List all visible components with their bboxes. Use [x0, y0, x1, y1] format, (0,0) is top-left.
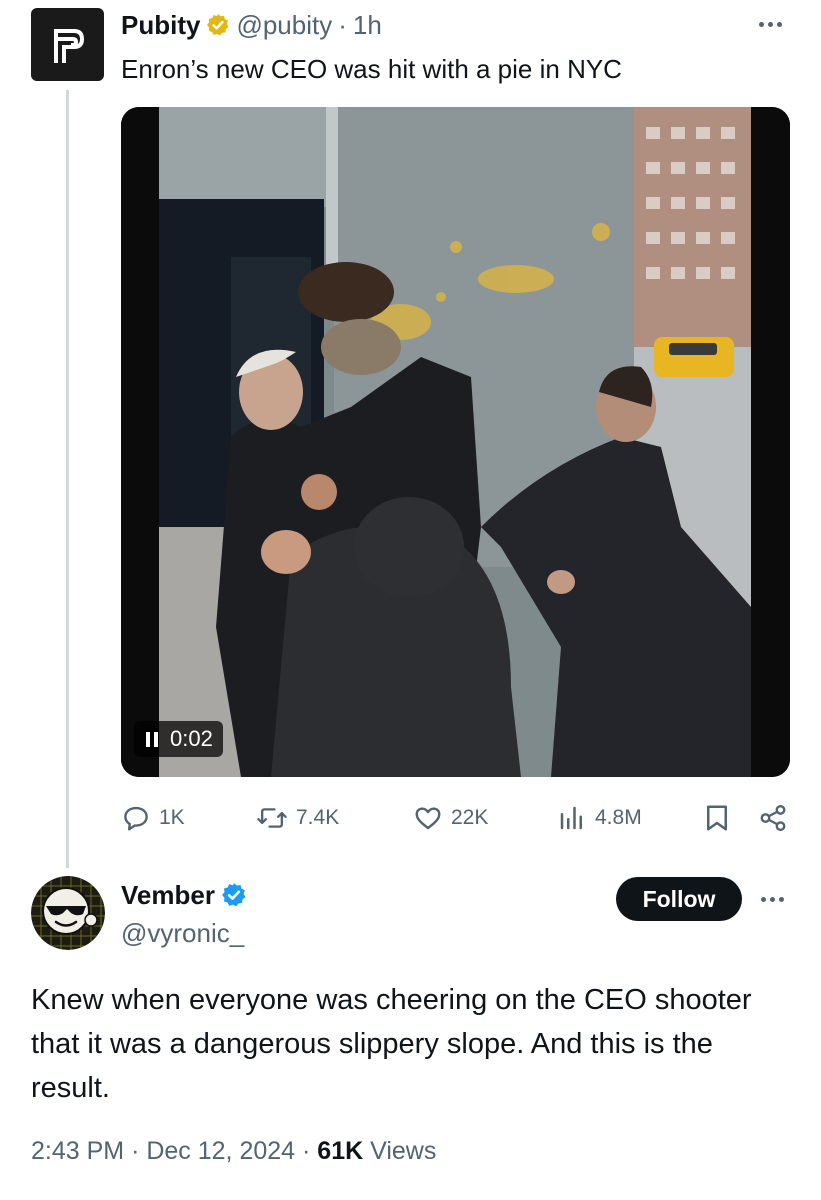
video-player[interactable]: 0:02: [121, 107, 790, 777]
quoted-author-handle[interactable]: @pubity: [236, 10, 332, 41]
quoted-time-ago[interactable]: 1h: [353, 10, 382, 41]
repost-icon: [257, 808, 287, 828]
repost-action[interactable]: 7.4K: [256, 800, 339, 836]
reply-author-name[interactable]: Vember: [121, 880, 215, 911]
blue-verified-badge-icon: [221, 882, 247, 908]
thread-connector-line: [66, 90, 69, 868]
pubity-logo-icon: [53, 28, 84, 63]
video-elapsed-time: 0:02: [170, 726, 213, 751]
view-count: 4.8M: [595, 806, 642, 829]
video-controls[interactable]: 0:02: [134, 721, 223, 757]
reply-action[interactable]: 1K: [121, 800, 185, 836]
video-frame: [121, 107, 790, 777]
share-icon: [760, 804, 786, 832]
views-label: Views: [370, 1137, 437, 1165]
sunglasses-smiley-avatar-icon: [31, 876, 105, 950]
reply-bubble-icon: [124, 806, 148, 831]
reply-tweet-text: Knew when everyone was cheering on the C…: [31, 984, 752, 1104]
reply-timestamp-row: 2:43 PM · Dec 12, 2024 · 61K Views: [31, 1137, 436, 1166]
follow-button[interactable]: Follow: [616, 877, 742, 921]
analytics-bars-icon: [560, 806, 582, 830]
reply-author-handle[interactable]: @vyronic_: [121, 918, 244, 949]
pause-icon[interactable]: [146, 731, 158, 747]
meta-separator-1: ·: [131, 1137, 140, 1165]
reply-date[interactable]: Dec 12, 2024: [146, 1137, 295, 1165]
quoted-more-options-icon[interactable]: [750, 12, 790, 36]
bookmark-action[interactable]: [704, 800, 730, 836]
vember-avatar[interactable]: [31, 876, 105, 950]
repost-count: 7.4K: [296, 806, 340, 829]
share-action[interactable]: [758, 800, 788, 836]
like-count: 22K: [451, 806, 489, 829]
reply-author-row: Vember: [121, 878, 247, 912]
bookmark-icon: [707, 805, 727, 831]
quoted-author-row: Pubity @pubity · 1h: [121, 8, 382, 42]
quoted-author-name[interactable]: Pubity: [121, 10, 200, 41]
gold-verified-badge-icon: [206, 13, 230, 37]
views-action[interactable]: 4.8M: [557, 800, 642, 836]
reply-time[interactable]: 2:43 PM: [31, 1137, 124, 1165]
quoted-separator: ·: [338, 9, 347, 40]
meta-separator-2: ·: [302, 1137, 311, 1165]
reply-more-options-icon[interactable]: [752, 887, 792, 911]
pubity-avatar[interactable]: [31, 8, 104, 81]
like-action[interactable]: 22K: [413, 800, 488, 836]
quoted-tweet-text: Enron’s new CEO was hit with a pie in NY…: [121, 54, 622, 84]
reply-view-count: 61K: [317, 1137, 364, 1165]
reply-count: 1K: [159, 806, 185, 829]
heart-icon: [415, 807, 441, 830]
